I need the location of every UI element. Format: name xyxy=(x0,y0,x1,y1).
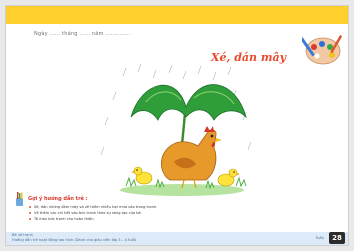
guide-list: Xé, dán những đám mây và vẽ thêm nhiều h… xyxy=(28,204,328,222)
top-color-band xyxy=(6,6,348,24)
date-line: Ngày ...... tháng ...... năm ...........… xyxy=(34,31,131,37)
footer-book-title: Hướng dẫn trẻ hoạt động tạo hình (Dành c… xyxy=(12,238,137,242)
worksheet-page: Ngày ...... tháng ...... năm ...........… xyxy=(5,5,349,246)
paint-palette-icon xyxy=(302,35,342,65)
page-number: 28 xyxy=(329,232,345,244)
guide-title: Gợi ý hướng dẫn trẻ : xyxy=(28,196,88,202)
hen-and-chicks-illustration xyxy=(100,63,252,196)
footer-series: Bé vẽ tranh xyxy=(12,233,33,237)
footer-week-label: Tuần xyxy=(315,236,324,240)
guide-item: Tô màu bức tranh cho hoàn thiện. xyxy=(28,216,328,222)
footer-band: Bé vẽ tranh Hướng dẫn trẻ hoạt động tạo … xyxy=(6,232,348,245)
pencil-cup-icon xyxy=(16,192,23,206)
guide-section: Gợi ý hướng dẫn trẻ : Xé, dán những đám … xyxy=(16,192,328,222)
